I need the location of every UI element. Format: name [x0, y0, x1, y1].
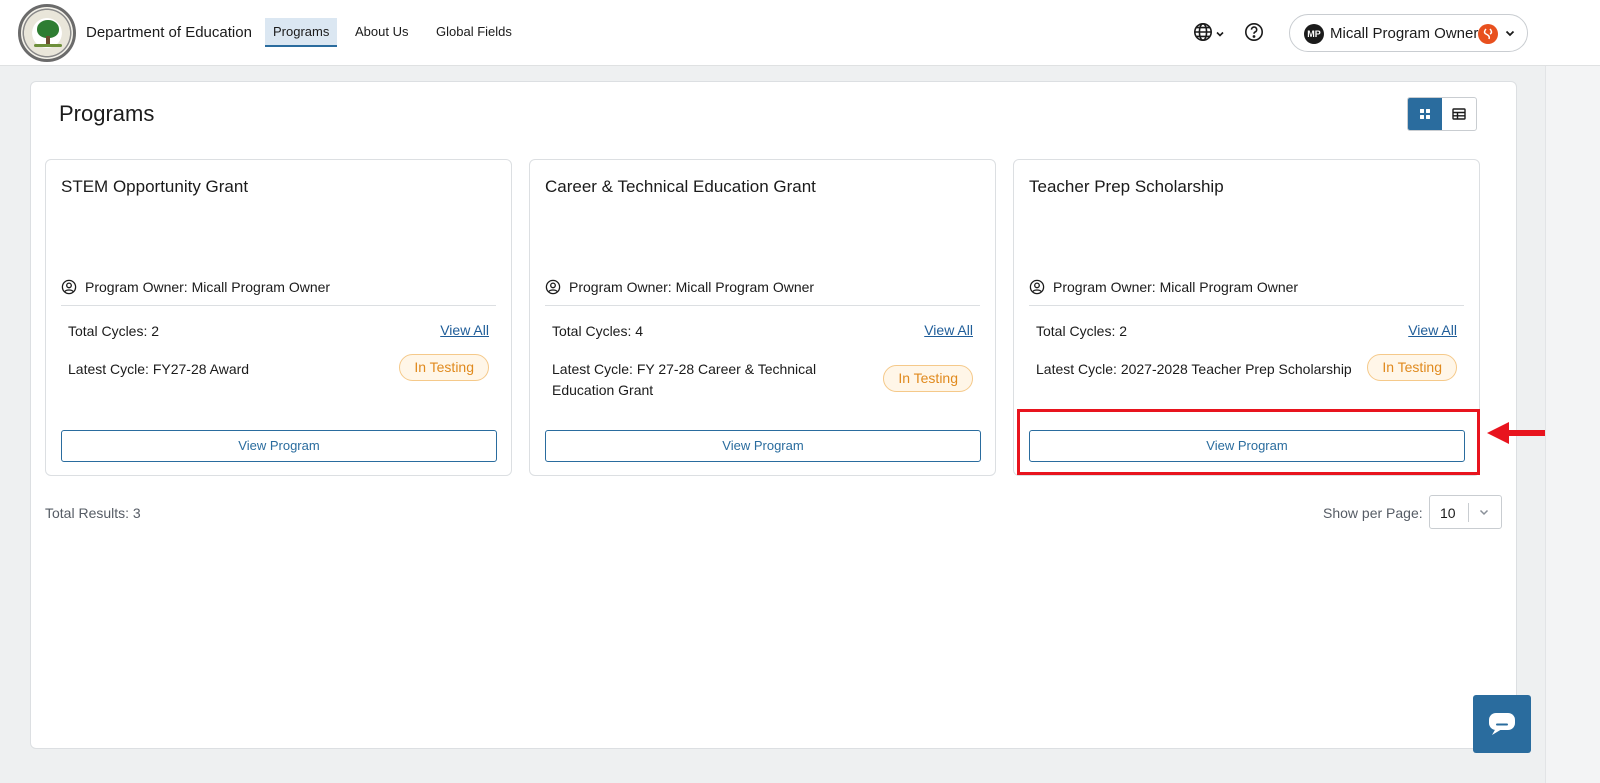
help-button[interactable] — [1244, 20, 1264, 44]
per-page-select[interactable]: 10 — [1429, 495, 1502, 529]
globe-icon — [1194, 23, 1212, 41]
latest-cycle: Latest Cycle: FY 27-28 Career & Technica… — [552, 361, 817, 398]
user-name: Micall Program Owner — [1330, 25, 1479, 42]
program-card: Career & Technical Education Grant Progr… — [529, 159, 996, 476]
page-scrollbar[interactable] — [1545, 66, 1600, 783]
program-owner-row: Program Owner: Micall Program Owner — [545, 279, 980, 306]
grid-view-icon — [1420, 109, 1430, 119]
seal-ground — [34, 44, 62, 47]
select-divider — [1468, 503, 1469, 522]
annotation-highlight-box — [1017, 409, 1480, 475]
view-toggle — [1407, 97, 1477, 131]
view-program-button[interactable]: View Program — [545, 430, 981, 462]
user-circle-icon — [61, 279, 77, 295]
card-title: Career & Technical Education Grant — [545, 177, 816, 196]
top-header: Department of Education Programs About U… — [0, 0, 1600, 66]
annotation-arrow-icon — [1487, 422, 1545, 444]
nav-programs[interactable]: Programs — [265, 18, 338, 47]
table-view-button[interactable] — [1442, 98, 1476, 130]
department-seal-logo[interactable] — [18, 4, 76, 62]
total-results: Total Results: 3 — [45, 505, 141, 521]
user-menu-button[interactable]: MP Micall Program Owner — [1289, 14, 1528, 52]
help-icon — [1245, 23, 1263, 41]
view-all-link[interactable]: View All — [1408, 322, 1457, 338]
per-page-value: 10 — [1440, 505, 1456, 521]
program-owner: Program Owner: Micall Program Owner — [85, 279, 331, 295]
status-badge: In Testing — [399, 354, 489, 381]
user-circle-icon — [1029, 279, 1045, 295]
page-title: Programs — [59, 101, 155, 126]
latest-cycle: Latest Cycle: 2027-2028 Teacher Prep Sch… — [1036, 361, 1352, 377]
program-owner-row: Program Owner: Micall Program Owner — [1029, 279, 1464, 306]
view-all-link[interactable]: View All — [440, 322, 489, 338]
status-badge: In Testing — [1367, 354, 1457, 381]
card-title: STEM Opportunity Grant — [61, 177, 249, 196]
card-title: Teacher Prep Scholarship — [1029, 177, 1224, 196]
nav-global-fields[interactable]: Global Fields — [428, 18, 520, 47]
status-badge: In Testing — [883, 365, 973, 392]
nav-about-us[interactable]: About Us — [347, 18, 416, 47]
table-view-icon — [1452, 108, 1466, 120]
program-card: STEM Opportunity Grant Program Owner: Mi… — [45, 159, 512, 476]
chat-bubble-icon — [1489, 713, 1515, 735]
language-selector[interactable] — [1193, 20, 1225, 44]
user-circle-icon — [545, 279, 561, 295]
view-program-button[interactable]: View Program — [61, 430, 497, 462]
total-cycles: Total Cycles: 2 — [68, 323, 160, 339]
program-owner: Program Owner: Micall Program Owner — [569, 279, 815, 295]
per-page-label: Show per Page: — [1323, 505, 1423, 521]
latest-cycle: Latest Cycle: FY27-28 Award — [68, 361, 250, 377]
program-owner: Program Owner: Micall Program Owner — [1053, 279, 1299, 295]
role-badge-icon — [1478, 24, 1498, 44]
chevron-down-icon — [1216, 31, 1224, 37]
total-cycles: Total Cycles: 4 — [552, 323, 644, 339]
grid-view-button[interactable] — [1408, 98, 1442, 130]
brand-name[interactable]: Department of Education — [86, 24, 252, 41]
program-owner-row: Program Owner: Micall Program Owner — [61, 279, 496, 306]
view-all-link[interactable]: View All — [924, 322, 973, 338]
total-cycles: Total Cycles: 2 — [1036, 323, 1128, 339]
chat-launcher-button[interactable] — [1473, 695, 1531, 753]
chevron-down-icon — [1479, 509, 1489, 516]
chevron-down-icon — [1505, 30, 1515, 37]
avatar: MP — [1304, 24, 1324, 44]
